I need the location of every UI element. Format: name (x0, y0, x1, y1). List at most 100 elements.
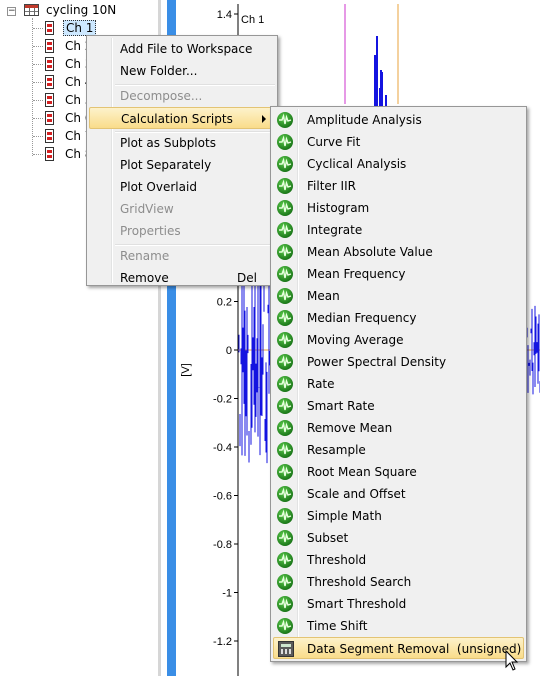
submenu-item-mean-absolute-value[interactable]: Mean Absolute Value (273, 241, 524, 263)
submenu-item-smart-threshold[interactable]: Smart Threshold (273, 593, 524, 615)
y-tick-label: -0.8 (213, 539, 232, 551)
collapse-icon[interactable]: − (7, 7, 16, 16)
waveform-icon (277, 596, 293, 612)
menu-item-plot-as-subplots[interactable]: Plot as Subplots (89, 132, 275, 154)
submenu-item-mean-frequency[interactable]: Mean Frequency (273, 263, 524, 285)
waveform-icon (277, 486, 293, 502)
waveform-icon (277, 156, 293, 172)
submenu-item-root-mean-square[interactable]: Root Mean Square (273, 461, 524, 483)
submenu-item-label: Threshold (307, 553, 367, 567)
menu-item-label: Plot Separately (120, 158, 212, 172)
calculator-icon (278, 641, 294, 657)
submenu-item-label: Moving Average (307, 333, 404, 347)
submenu-item-power-spectral-density[interactable]: Power Spectral Density (273, 351, 524, 373)
submenu-item-label: Curve Fit (307, 135, 361, 149)
submenu-item-label: Histogram (307, 201, 370, 215)
submenu-item-time-shift[interactable]: Time Shift (273, 615, 524, 637)
channel-icon (45, 75, 54, 89)
submenu-item-histogram[interactable]: Histogram (273, 197, 524, 219)
y-axis-label: [V] (180, 363, 192, 376)
waveform-icon (277, 332, 293, 348)
submenu-item-remove-mean[interactable]: Remove Mean (273, 417, 524, 439)
menu-item-plot-separately[interactable]: Plot Separately (89, 154, 275, 176)
menu-item-label: Add File to Workspace (120, 42, 253, 56)
context-menu: Add File to Workspace New Folder... Decomp… (86, 35, 278, 286)
submenu-item-threshold-search[interactable]: Threshold Search (273, 571, 524, 593)
submenu-item-filter-iir[interactable]: Filter IIR (273, 175, 524, 197)
waveform-icon (277, 288, 293, 304)
waveform-icon (277, 464, 293, 480)
menu-item-shortcut: Del (237, 271, 257, 285)
submenu-item-label: Median Frequency (307, 311, 417, 325)
submenu-item-label: Integrate (307, 223, 363, 237)
waveform-icon (277, 354, 293, 370)
y-tick-label: -1.2 (213, 636, 232, 648)
submenu-item-integrate[interactable]: Integrate (273, 219, 524, 241)
waveform-icon (277, 552, 293, 568)
submenu-item-mean[interactable]: Mean (273, 285, 524, 307)
submenu-item-simple-math[interactable]: Simple Math (273, 505, 524, 527)
menu-item-label: Rename (120, 249, 170, 263)
submenu-item-curve-fit[interactable]: Curve Fit (273, 131, 524, 153)
y-tick-label: -1 (222, 588, 232, 600)
tree-connector (33, 154, 43, 155)
menu-item-label: Decompose... (120, 89, 203, 103)
plot-title: Ch 1 (241, 14, 264, 26)
waveform-icon (277, 420, 293, 436)
menu-item-remove[interactable]: Remove Del (89, 267, 275, 289)
calculation-scripts-submenu: Amplitude Analysis Curve Fit Cyclical Anal… (270, 106, 527, 662)
channel-icon (45, 39, 54, 53)
tree-channel-label: Ch 1 (63, 20, 97, 36)
menu-item-gridview[interactable]: GridView (89, 198, 275, 220)
waveform-icon (277, 222, 293, 238)
menu-item-label: Plot Overlaid (120, 180, 197, 194)
submenu-item-label: Power Spectral Density (307, 355, 447, 369)
menu-item-calculation-scripts[interactable]: Calculation Scripts (89, 107, 275, 129)
submenu-item-threshold[interactable]: Threshold (273, 549, 524, 571)
submenu-item-label: Rate (307, 377, 335, 391)
y-tick-label: 1.4 (217, 9, 232, 21)
submenu-item-median-frequency[interactable]: Median Frequency (273, 307, 524, 329)
channel-icon (45, 21, 54, 35)
menu-item-decompose[interactable]: Decompose... (89, 85, 275, 107)
channel-icon (45, 111, 54, 125)
submenu-arrow-icon (262, 115, 266, 123)
submenu-item-data-segment-removal[interactable]: Data Segment Removal (unsigned) (273, 637, 524, 659)
y-tick-label: 0.2 (217, 297, 232, 309)
submenu-item-subset[interactable]: Subset (273, 527, 524, 549)
tree-connector (33, 136, 43, 137)
tree-connector (33, 28, 43, 29)
menu-item-new-folder[interactable]: New Folder... (89, 60, 275, 82)
submenu-item-label: Cyclical Analysis (307, 157, 407, 171)
menu-item-properties[interactable]: Properties (89, 220, 275, 242)
submenu-item-rate[interactable]: Rate (273, 373, 524, 395)
mouse-cursor-icon (505, 650, 519, 671)
menu-item-label: Plot as Subplots (120, 136, 216, 150)
submenu-item-moving-average[interactable]: Moving Average (273, 329, 524, 351)
menu-item-label: New Folder... (120, 64, 198, 78)
waveform-icon (277, 442, 293, 458)
menu-item-plot-overlaid[interactable]: Plot Overlaid (89, 176, 275, 198)
submenu-item-resample[interactable]: Resample (273, 439, 524, 461)
table-icon (24, 4, 39, 16)
tree-connector (33, 82, 43, 83)
waveform-icon (277, 134, 293, 150)
channel-icon (45, 129, 54, 143)
waveform-icon (277, 112, 293, 128)
waveform-icon (277, 618, 293, 634)
menu-item-rename[interactable]: Rename (89, 245, 275, 267)
tree-node-root[interactable]: − cycling 10N (0, 1, 158, 19)
submenu-item-label: Smart Threshold (307, 597, 407, 611)
submenu-item-scale-and-offset[interactable]: Scale and Offset (273, 483, 524, 505)
channel-icon (45, 147, 54, 161)
submenu-item-label: Remove Mean (307, 421, 393, 435)
submenu-item-amplitude-analysis[interactable]: Amplitude Analysis (273, 109, 524, 131)
submenu-item-cyclical-analysis[interactable]: Cyclical Analysis (273, 153, 524, 175)
submenu-item-smart-rate[interactable]: Smart Rate (273, 395, 524, 417)
menu-item-add-file-to-workspace[interactable]: Add File to Workspace (89, 38, 275, 60)
submenu-item-label: Threshold Search (307, 575, 412, 589)
waveform-icon (277, 310, 293, 326)
tree-root-label: cycling 10N (46, 3, 117, 17)
channel-icon (45, 57, 54, 71)
waveform-icon (277, 530, 293, 546)
